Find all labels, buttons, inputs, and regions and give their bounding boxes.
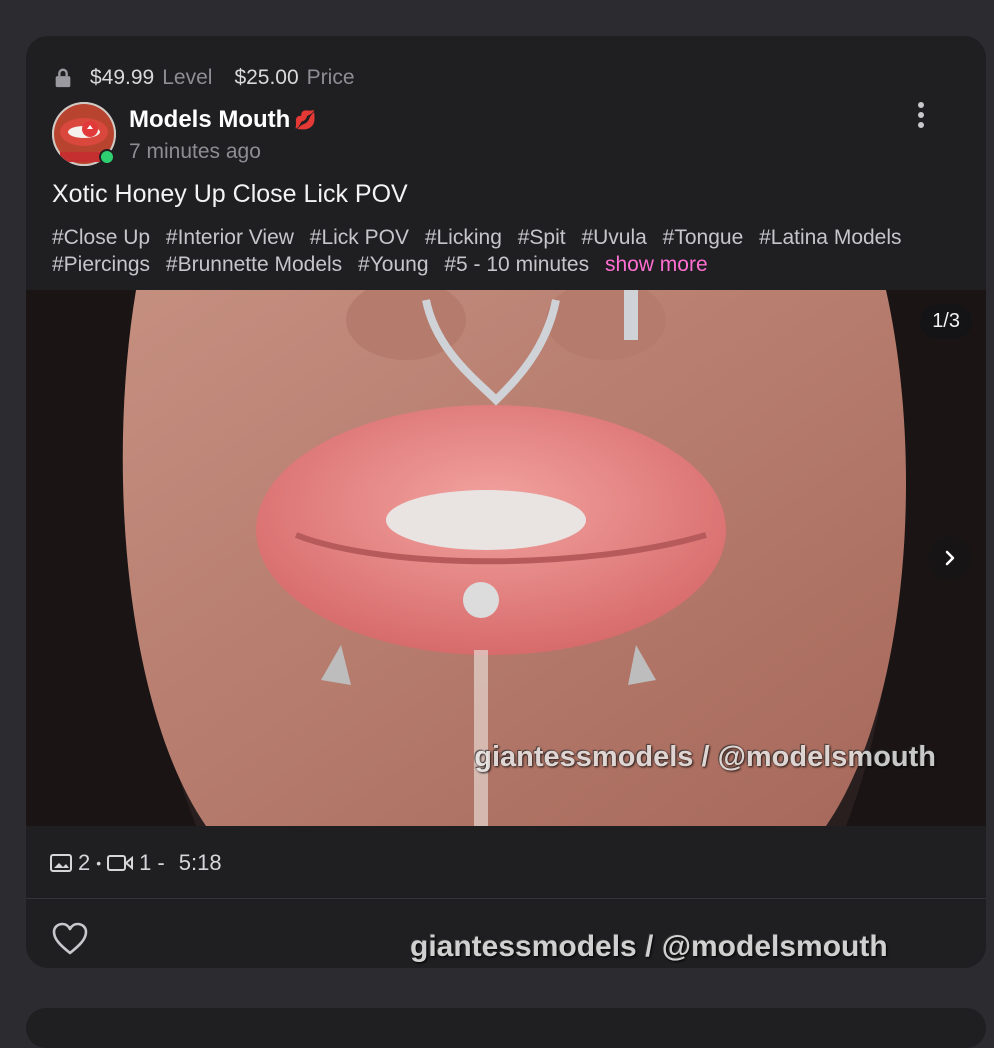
price-label: Price bbox=[306, 66, 355, 89]
chevron-right-icon bbox=[945, 550, 955, 566]
tag-link[interactable]: #Tongue bbox=[663, 226, 744, 249]
media-watermark: giantessmodels / @modelsmouth bbox=[474, 741, 936, 773]
tag-link[interactable]: #Latina Models bbox=[759, 226, 901, 249]
lips-badge-icon: 💋 bbox=[294, 109, 317, 130]
lock-icon bbox=[55, 68, 71, 88]
level-label: Level bbox=[162, 66, 213, 89]
tag-link[interactable]: #Brunnette Models bbox=[166, 253, 342, 276]
media-stats: 2 • 1 - 5:18 bbox=[50, 848, 222, 878]
post-tags: #Close Up #Interior View #Lick POV #Lick… bbox=[52, 224, 932, 278]
tag-link[interactable]: #Licking bbox=[425, 226, 502, 249]
price-value: $25.00 bbox=[234, 66, 299, 89]
post-time: 7 minutes ago bbox=[129, 140, 261, 163]
online-status-dot bbox=[99, 149, 115, 165]
post-title: Xotic Honey Up Close Lick POV bbox=[52, 180, 408, 208]
kebab-menu-icon[interactable] bbox=[914, 102, 928, 132]
post-access-row: $49.99 Level $25.00 Price bbox=[52, 64, 369, 92]
card-divider bbox=[26, 898, 986, 899]
media-carousel[interactable]: 1/3 giantessmodels / @modelsmouth bbox=[26, 290, 986, 826]
tag-link[interactable]: #Young bbox=[358, 253, 428, 276]
tag-link[interactable]: #Spit bbox=[518, 226, 566, 249]
show-more-link[interactable]: show more bbox=[605, 253, 708, 276]
author-name[interactable]: Models Mouth bbox=[129, 106, 290, 134]
tag-link[interactable]: #Close Up bbox=[52, 226, 150, 249]
level-price: $49.99 bbox=[90, 66, 155, 89]
author-row[interactable]: Models Mouth 💋 bbox=[129, 106, 317, 134]
image-icon bbox=[50, 854, 72, 872]
next-post-card bbox=[26, 1008, 986, 1048]
tag-link[interactable]: #Uvula bbox=[581, 226, 646, 249]
stats-dash: - bbox=[157, 850, 165, 875]
tag-link[interactable]: #Interior View bbox=[166, 226, 294, 249]
video-duration: 5:18 bbox=[178, 850, 222, 875]
image-count: 2 bbox=[78, 850, 91, 875]
stats-dot: • bbox=[96, 855, 102, 871]
video-icon bbox=[107, 855, 134, 871]
video-count: 1 bbox=[139, 850, 152, 875]
tag-link[interactable]: #Lick POV bbox=[310, 226, 409, 249]
tag-link[interactable]: #Piercings bbox=[52, 253, 150, 276]
heart-icon[interactable] bbox=[52, 922, 88, 956]
post-card: $49.99 Level $25.00 Price Models Mouth 💋… bbox=[26, 36, 986, 968]
next-slide-button[interactable] bbox=[928, 536, 972, 580]
tag-link[interactable]: #5 - 10 minutes bbox=[444, 253, 589, 276]
footer-watermark: giantessmodels / @modelsmouth bbox=[410, 930, 888, 963]
media-counter: 1/3 bbox=[920, 304, 972, 339]
